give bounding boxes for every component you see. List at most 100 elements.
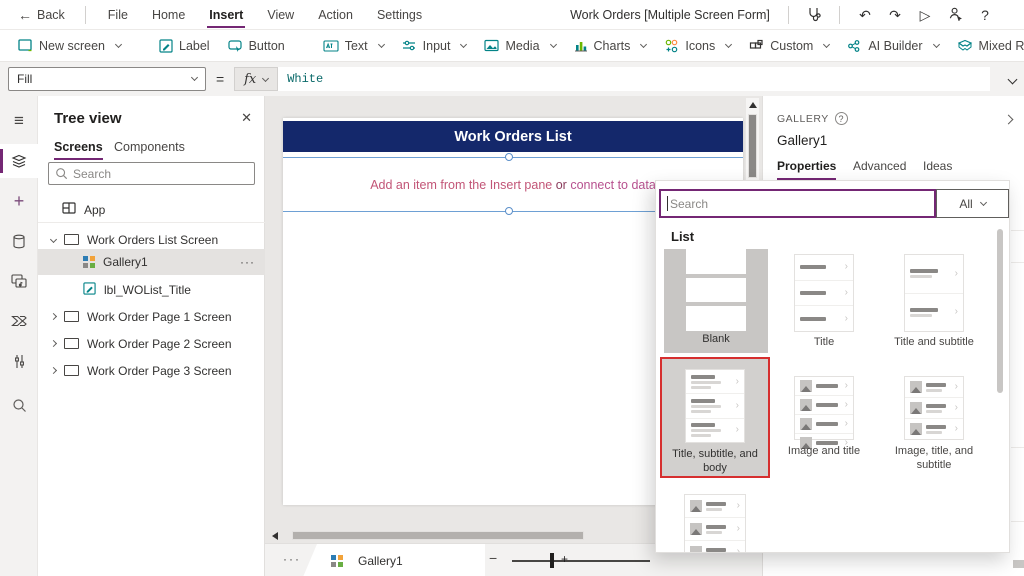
play-preview-icon[interactable]: ▷: [910, 7, 940, 24]
gallery-selection-top-border: [283, 157, 743, 158]
control-name-label: Gallery1: [777, 133, 827, 148]
charts-dropdown[interactable]: Charts: [574, 39, 647, 53]
media-dropdown[interactable]: Media: [484, 39, 555, 53]
tab-properties[interactable]: Properties: [777, 159, 836, 173]
custom-dropdown[interactable]: Custom: [749, 39, 829, 53]
tab-components[interactable]: Components: [114, 140, 185, 154]
redo-icon[interactable]: ↷: [880, 7, 910, 24]
collapse-panel-chevron[interactable]: [1000, 110, 1012, 128]
scrollbar-thumb[interactable]: [748, 114, 757, 178]
tree-search-box[interactable]: [48, 162, 255, 185]
layout-filter-dropdown[interactable]: All: [936, 189, 1009, 218]
menu-view[interactable]: View: [255, 0, 306, 30]
chevron-down-icon: [460, 40, 467, 47]
mixed-reality-dropdown[interactable]: Mixed Reality: [957, 39, 1024, 53]
scroll-left-arrow[interactable]: [272, 532, 278, 540]
layout-section-title: List: [671, 229, 694, 244]
tree-item-gallery1[interactable]: Gallery1 ···: [38, 249, 265, 275]
label-button[interactable]: Label: [159, 39, 210, 53]
item-ellipsis-menu[interactable]: ···: [240, 255, 255, 269]
new-screen-button[interactable]: New screen: [18, 39, 121, 53]
zoom-in-button[interactable]: +: [561, 552, 568, 566]
partial-thumbnail: › › ›: [684, 494, 746, 553]
menu-insert[interactable]: Insert: [197, 0, 255, 30]
layout-search-input[interactable]: [670, 197, 910, 211]
layout-tile-blank[interactable]: Blank: [664, 249, 768, 353]
menu-home[interactable]: Home: [140, 0, 197, 30]
chevron-down-icon: [980, 199, 987, 206]
back-button[interactable]: ← Back: [0, 7, 75, 23]
connect-to-data-link[interactable]: connect to data: [570, 178, 655, 192]
screen-icon: [64, 365, 79, 376]
search-rail-icon[interactable]: [0, 388, 38, 422]
back-arrow-icon: ←: [18, 7, 32, 23]
chevron-down-icon: [115, 40, 122, 47]
scroll-up-arrow[interactable]: [749, 102, 757, 108]
insert-ribbon: New screen Label Button Text Input Media…: [0, 30, 1024, 62]
hamburger-menu-icon[interactable]: ≡: [0, 104, 38, 138]
tree-view-rail-icon[interactable]: [0, 144, 38, 178]
menu-action[interactable]: Action: [306, 0, 365, 30]
title-subtitle-body-thumbnail: › › ›: [685, 369, 745, 443]
app-title: Work Orders [Multiple Screen Form]: [565, 8, 775, 22]
flyout-scrollbar[interactable]: [997, 229, 1003, 393]
tree-item-label[interactable]: lbl_WOList_Title: [38, 277, 265, 302]
insert-rail-icon[interactable]: +: [0, 184, 38, 218]
tab-ideas[interactable]: Ideas: [923, 159, 952, 173]
fx-button[interactable]: fx: [234, 67, 278, 91]
scrollbar-thumb[interactable]: [292, 531, 584, 540]
label-control-icon: [83, 282, 96, 298]
equals-sign: =: [216, 71, 224, 87]
tree-item-screen-2[interactable]: Work Order Page 1 Screen: [38, 304, 265, 329]
menu-file[interactable]: File: [96, 0, 140, 30]
panel-scrollbar[interactable]: [1013, 560, 1024, 568]
chevron-down-icon: [549, 40, 556, 47]
app-checker-icon[interactable]: [799, 6, 829, 25]
media-rail-icon[interactable]: [0, 264, 38, 298]
tab-advanced[interactable]: Advanced: [853, 159, 906, 173]
undo-icon[interactable]: ↶: [850, 7, 880, 24]
divider: [839, 6, 840, 24]
gallery-icon: [83, 256, 95, 268]
layout-tile-title-subtitle-body-selected[interactable]: › › › Title, subtitle, and body: [660, 357, 770, 478]
zoom-out-button[interactable]: −: [489, 550, 497, 566]
button-button[interactable]: Button: [228, 39, 285, 53]
ai-builder-dropdown[interactable]: AI Builder: [847, 39, 938, 53]
divider: [1011, 447, 1024, 448]
text-cursor: [667, 196, 668, 211]
text-dropdown[interactable]: Text: [323, 39, 384, 53]
power-automate-rail-icon[interactable]: [0, 304, 38, 338]
share-user-icon[interactable]: [940, 6, 970, 24]
tree-search-input[interactable]: [73, 167, 233, 181]
help-circle-icon[interactable]: ?: [835, 112, 848, 125]
layout-search-box[interactable]: [659, 189, 936, 218]
tree-view-title: Tree view: [54, 110, 122, 127]
input-dropdown[interactable]: Input: [402, 39, 467, 53]
left-navigation-rail: ≡ +: [0, 96, 38, 576]
powerapps-studio: ← Back File Home Insert View Action Sett…: [0, 0, 1024, 576]
tab-screens[interactable]: Screens: [54, 140, 103, 154]
tree-item-screen-3[interactable]: Work Order Page 2 Screen: [38, 331, 265, 356]
chevron-down-icon: [932, 40, 939, 47]
advanced-tools-rail-icon[interactable]: [0, 344, 38, 378]
image-title-subtitle-thumbnail: › › ›: [904, 376, 964, 440]
close-icon[interactable]: ✕: [241, 110, 252, 126]
zoom-slider-handle[interactable]: [550, 553, 554, 568]
menu-settings[interactable]: Settings: [365, 0, 434, 30]
data-rail-icon[interactable]: [0, 224, 38, 258]
zoom-slider-track[interactable]: [512, 560, 650, 562]
chevron-down-icon: [262, 74, 269, 81]
tree-item-screen-4[interactable]: Work Order Page 3 Screen: [38, 358, 265, 383]
tree-item-app[interactable]: App: [38, 197, 265, 222]
formula-expand-chevron[interactable]: [1004, 70, 1016, 88]
screen-icon: [64, 338, 79, 349]
screen-list-ellipsis[interactable]: ···: [283, 552, 301, 566]
formula-input[interactable]: White: [278, 67, 990, 91]
gallery-resize-handle-bottom[interactable]: [505, 207, 513, 215]
icons-dropdown[interactable]: Icons: [664, 39, 731, 53]
property-selector[interactable]: Fill: [8, 67, 206, 91]
help-button[interactable]: ?: [970, 7, 1000, 23]
gallery-resize-handle-top[interactable]: [505, 153, 513, 161]
screen-title-label[interactable]: Work Orders List: [283, 121, 743, 152]
selected-control-tab[interactable]: Gallery1: [303, 544, 485, 576]
